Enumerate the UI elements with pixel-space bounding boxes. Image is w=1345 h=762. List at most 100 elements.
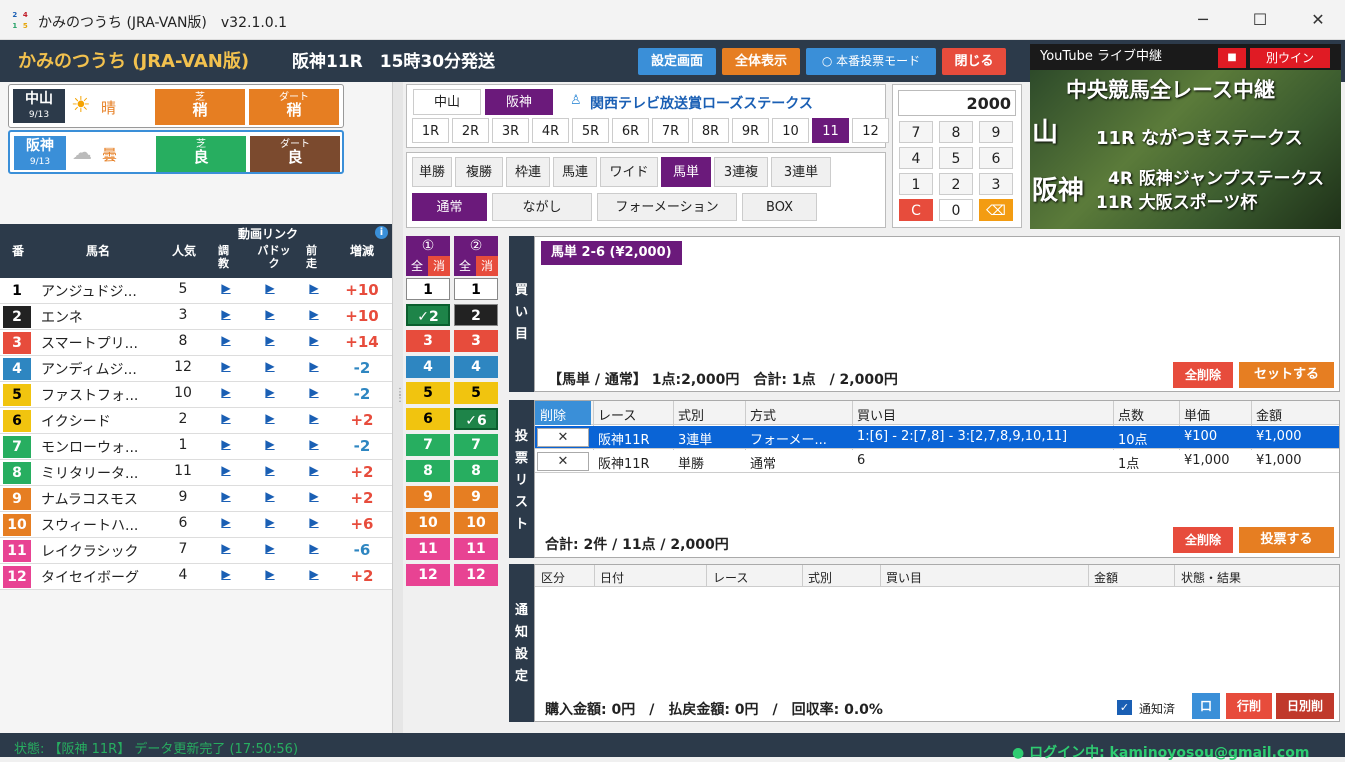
pick-1-1[interactable]: 1 — [406, 278, 450, 300]
horse-row[interactable]: 1 アンジュドジ... 5 ▶ ▶ ▶ +10 — [0, 278, 392, 304]
pick-1-11[interactable]: 11 — [406, 538, 450, 560]
horse-name[interactable]: レイクラシック — [41, 541, 161, 561]
horse-name[interactable]: アンディムジ... — [41, 359, 161, 379]
paddock-video-link[interactable]: ▶ — [260, 437, 280, 451]
training-video-link[interactable]: ▶ — [216, 567, 236, 581]
previous-race-video-link[interactable]: ▶ — [304, 359, 324, 373]
horse-row[interactable]: 3 スマートプリ... 8 ▶ ▶ ▶ +14 — [0, 330, 392, 356]
training-video-link[interactable]: ▶ — [216, 437, 236, 451]
previous-race-video-link[interactable]: ▶ — [304, 333, 324, 347]
horse-row[interactable]: 6 イクシード 2 ▶ ▶ ▶ +2 — [0, 408, 392, 434]
previous-race-video-link[interactable]: ▶ — [304, 437, 324, 451]
pick-1-4[interactable]: 4 — [406, 356, 450, 378]
race-button-1R[interactable]: 1R — [412, 118, 449, 143]
venue-tab-hanshin[interactable]: 阪神 — [485, 89, 553, 115]
row-delete-button[interactable]: 行削 — [1226, 693, 1272, 719]
key-0[interactable]: 0 — [939, 199, 973, 221]
training-video-link[interactable]: ▶ — [216, 359, 236, 373]
vote-button[interactable]: 投票する — [1239, 527, 1334, 553]
horse-row[interactable]: 9 ナムラコスモス 9 ▶ ▶ ▶ +2 — [0, 486, 392, 512]
race-button-4R[interactable]: 4R — [532, 118, 569, 143]
set-button[interactable]: セットする — [1239, 362, 1334, 388]
dirt-condition[interactable]: ダート良 — [250, 136, 340, 172]
paddock-video-link[interactable]: ▶ — [260, 463, 280, 477]
training-video-link[interactable]: ▶ — [216, 463, 236, 477]
pick-clear-2[interactable]: 消 — [476, 256, 498, 276]
training-video-link[interactable]: ▶ — [216, 489, 236, 503]
pick-2-6[interactable]: ✓6 — [454, 408, 498, 430]
key-3[interactable]: 3 — [979, 173, 1013, 195]
pick-1-3[interactable]: 3 — [406, 330, 450, 352]
horse-row[interactable]: 2 エンネ 3 ▶ ▶ ▶ +10 — [0, 304, 392, 330]
training-video-link[interactable]: ▶ — [216, 307, 236, 321]
info-icon[interactable]: i — [375, 226, 388, 239]
training-video-link[interactable]: ▶ — [216, 281, 236, 295]
key-9[interactable]: 9 — [979, 121, 1013, 143]
horse-name[interactable]: ナムラコスモス — [41, 489, 161, 509]
horse-row[interactable]: 5 ファストフォ... 10 ▶ ▶ ▶ -2 — [0, 382, 392, 408]
bet-type-5[interactable]: 馬単 — [661, 157, 711, 187]
splitter[interactable] — [393, 82, 403, 733]
bet-type-7[interactable]: 3連単 — [771, 157, 831, 187]
horse-name[interactable]: モンローウォ... — [41, 437, 161, 457]
bet-type-0[interactable]: 単勝 — [412, 157, 452, 187]
method-1[interactable]: ながし — [492, 193, 592, 221]
horse-name[interactable]: ファストフォ... — [41, 385, 161, 405]
race-button-8R[interactable]: 8R — [692, 118, 729, 143]
key-7[interactable]: 7 — [899, 121, 933, 143]
previous-race-video-link[interactable]: ▶ — [304, 541, 324, 555]
pick-all-2[interactable]: 全 — [454, 256, 476, 276]
training-video-link[interactable]: ▶ — [216, 333, 236, 347]
horse-row[interactable]: 10 スウィートハ... 6 ▶ ▶ ▶ +6 — [0, 512, 392, 538]
pick-1-2[interactable]: ✓2 — [406, 304, 450, 326]
pick-2-12[interactable]: 12 — [454, 564, 498, 586]
pick-2-4[interactable]: 4 — [454, 356, 498, 378]
key-8[interactable]: 8 — [939, 121, 973, 143]
race-button-7R[interactable]: 7R — [652, 118, 689, 143]
previous-race-video-link[interactable]: ▶ — [304, 515, 324, 529]
race-button-11[interactable]: 11 — [812, 118, 849, 143]
bet-type-3[interactable]: 馬連 — [553, 157, 597, 187]
horse-row[interactable]: 8 ミリタリータ... 11 ▶ ▶ ▶ +2 — [0, 460, 392, 486]
paddock-video-link[interactable]: ▶ — [260, 411, 280, 425]
previous-race-video-link[interactable]: ▶ — [304, 385, 324, 399]
pick-2-2[interactable]: 2 — [454, 304, 498, 326]
venue-tab-nakayama[interactable]: 中山 — [413, 89, 481, 115]
kaime-tag[interactable]: 馬単 2-6 (¥2,000) — [541, 241, 682, 265]
previous-race-video-link[interactable]: ▶ — [304, 307, 324, 321]
race-button-2R[interactable]: 2R — [452, 118, 489, 143]
day-delete-button[interactable]: 日別削 — [1276, 693, 1334, 719]
paddock-video-link[interactable]: ▶ — [260, 541, 280, 555]
pick-clear-1[interactable]: 消 — [428, 256, 450, 276]
close-window-button[interactable]: ✕ — [1303, 8, 1333, 32]
vote-row[interactable]: ✕ 阪神11R 単勝 通常 6 1点 ¥1,000 ¥1,000 — [535, 450, 1339, 473]
turf-condition[interactable]: 芝良 — [156, 136, 246, 172]
method-0[interactable]: 通常 — [412, 193, 487, 221]
minimize-button[interactable]: ─ — [1188, 8, 1218, 32]
maximize-button[interactable]: ☐ — [1245, 8, 1275, 32]
key-clear[interactable]: C — [899, 199, 933, 221]
pick-1-8[interactable]: 8 — [406, 460, 450, 482]
pick-2-7[interactable]: 7 — [454, 434, 498, 456]
bet-type-4[interactable]: ワイド — [600, 157, 658, 187]
horse-name[interactable]: タイセイボーグ — [41, 567, 161, 587]
paddock-video-link[interactable]: ▶ — [260, 307, 280, 321]
notify-o-button[interactable]: 口 — [1192, 693, 1220, 719]
key-4[interactable]: 4 — [899, 147, 933, 169]
show-all-button[interactable]: 全体表示 — [722, 48, 800, 75]
paddock-video-link[interactable]: ▶ — [260, 515, 280, 529]
horse-name[interactable]: アンジュドジ... — [41, 281, 161, 301]
paddock-video-link[interactable]: ▶ — [260, 333, 280, 347]
paddock-video-link[interactable]: ▶ — [260, 385, 280, 399]
youtube-stop-button[interactable]: ■ — [1218, 48, 1246, 68]
youtube-video[interactable]: 中央競馬全レース中継 山 11R ながつきステークス 阪神 4R 阪神ジャンプス… — [1030, 70, 1341, 229]
previous-race-video-link[interactable]: ▶ — [304, 411, 324, 425]
dirt-condition[interactable]: ダート稍 — [249, 89, 339, 125]
previous-race-video-link[interactable]: ▶ — [304, 463, 324, 477]
pick-2-3[interactable]: 3 — [454, 330, 498, 352]
pick-1-12[interactable]: 12 — [406, 564, 450, 586]
race-button-10[interactable]: 10 — [772, 118, 809, 143]
real-vote-mode-toggle[interactable]: ○ 本番投票モード — [806, 48, 936, 75]
pick-all-1[interactable]: 全 — [406, 256, 428, 276]
previous-race-video-link[interactable]: ▶ — [304, 567, 324, 581]
